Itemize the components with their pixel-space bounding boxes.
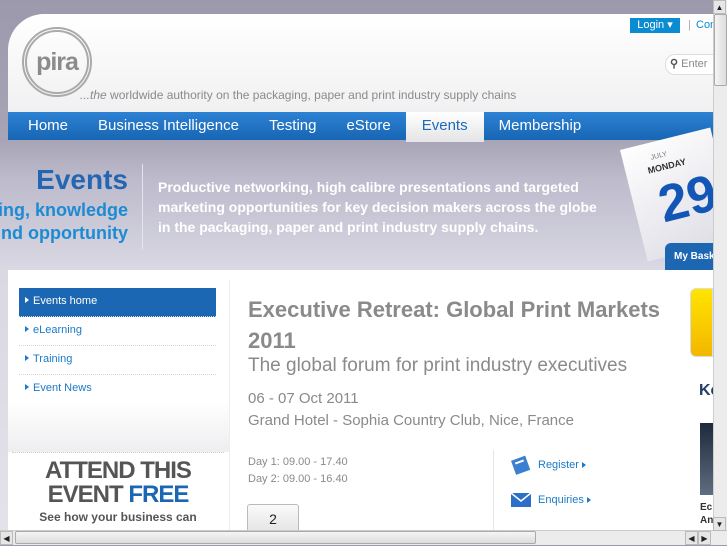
search-input[interactable]: ⚲ Enter [665, 54, 713, 75]
search-icon: ⚲ [670, 58, 679, 70]
attend-free-ad[interactable]: ATTEND THIS EVENT FREE See how your busi… [12, 452, 224, 530]
my-basket-button[interactable]: My Basket [665, 243, 713, 270]
column-divider [229, 280, 230, 530]
horizontal-scroll-thumb[interactable] [15, 531, 536, 544]
arrow-icon [586, 497, 591, 503]
enquiries-label: Enquiries [538, 494, 584, 506]
ad-line-2b: FREE [128, 481, 189, 508]
envelope-icon [510, 492, 532, 507]
banner-subtitle-1: ing, knowledge [0, 200, 128, 221]
pira-logo[interactable]: pira [22, 27, 92, 97]
event-day-1: Day 1: 09.00 - 17.40 [248, 456, 348, 468]
sidebar-label: Training [33, 353, 73, 365]
calendar-month: JULY [650, 150, 668, 162]
sidebar-label: eLearning [33, 324, 82, 336]
header-separator: | [688, 19, 691, 31]
scroll-up-icon[interactable]: ▲ [713, 0, 726, 14]
nav-events[interactable]: Events [405, 112, 484, 142]
right-caption-2: An [700, 515, 714, 526]
event-title: Executive Retreat: Global Print Markets … [248, 297, 661, 353]
event-subtitle: The global forum for print industry exec… [248, 355, 628, 376]
nav-home[interactable]: Home [8, 112, 83, 140]
scroll-down-icon[interactable]: ▼ [713, 517, 726, 531]
main-nav: Home Business Intelligence Testing eStor… [8, 112, 713, 142]
sidebar-label: Events home [33, 295, 98, 307]
scroll-left-icon-2[interactable]: ◀ [685, 531, 698, 545]
tagline: ...the worldwide authority on the packag… [80, 88, 516, 102]
ad-line-2: EVENT FREE [12, 483, 224, 507]
scroll-left-icon[interactable]: ◀ [0, 531, 13, 545]
tagline-em: ...the [80, 88, 107, 102]
sidebar-nav: Events home eLearning Training Event New… [19, 288, 216, 404]
tagline-text: worldwide authority on the packaging, pa… [106, 88, 517, 102]
sidebar-item-elearning[interactable]: eLearning [19, 317, 216, 346]
sidebar-fade [8, 400, 229, 452]
banner-divider [142, 164, 143, 249]
search-placeholder: Enter [681, 58, 708, 70]
banner-subtitle-2: nd opportunity [0, 223, 128, 244]
ad-line-2a: EVENT [47, 481, 129, 508]
calendar-image: JULY MONDAY 29 [620, 127, 727, 262]
nav-estore[interactable]: eStore [331, 112, 405, 140]
right-thumbnail[interactable] [700, 423, 713, 495]
arrow-icon [25, 297, 29, 303]
login-button[interactable]: Login ▾ [630, 18, 680, 33]
sidebar-item-event-news[interactable]: Event News [19, 375, 216, 404]
promo-banner[interactable] [690, 288, 713, 357]
event-dates: 06 - 07 Oct 2011 [248, 390, 359, 407]
vertical-scroll-thumb[interactable] [714, 14, 727, 86]
event-venue: Grand Hotel - Sophia Country Club, Nice,… [248, 412, 574, 429]
arrow-icon [25, 384, 29, 390]
event-day-2: Day 2: 09.00 - 16.40 [248, 473, 348, 485]
actions-divider [493, 450, 494, 530]
register-label: Register [538, 459, 579, 471]
right-caption-1: Ec [700, 502, 713, 513]
arrow-icon [25, 326, 29, 332]
sidebar-item-training[interactable]: Training [19, 346, 216, 375]
banner-subtitle-2-text: nd opportunity [1, 223, 128, 243]
ad-line-1: ATTEND THIS [45, 457, 192, 484]
register-link[interactable]: Register [510, 454, 590, 476]
nav-business-intelligence[interactable]: Business Intelligence [83, 112, 254, 140]
sidebar-item-events-home[interactable]: Events home [19, 288, 216, 317]
enquiries-link[interactable]: Enquiries [510, 489, 595, 511]
arrow-icon [25, 355, 29, 361]
scroll-right-icon[interactable]: ▶ [698, 531, 711, 545]
register-icon [511, 455, 531, 475]
banner-text: Productive networking, high calibre pres… [158, 179, 597, 235]
nav-membership[interactable]: Membership [484, 112, 597, 140]
banner-title: Events [36, 164, 128, 195]
arrow-icon [581, 462, 586, 468]
logo-text: pira [36, 47, 79, 76]
banner-subtitle-1-text: ing, knowledge [0, 200, 128, 220]
ad-line-3: See how your business can [39, 510, 197, 524]
nav-testing[interactable]: Testing [254, 112, 332, 140]
sidebar-label: Event News [33, 382, 92, 394]
